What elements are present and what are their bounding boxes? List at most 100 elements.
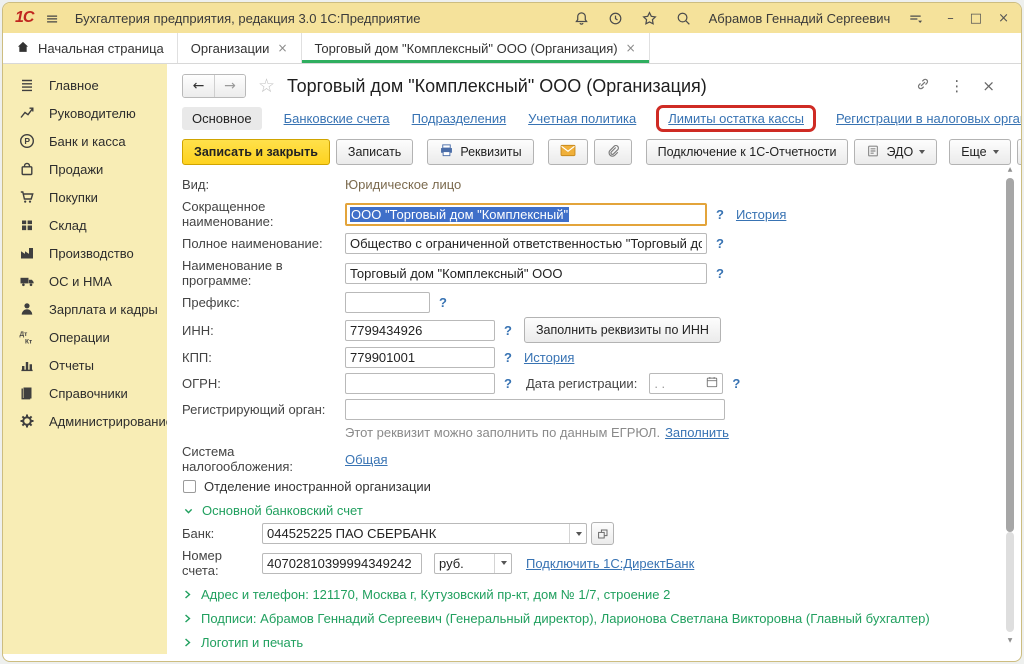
section-address[interactable]: Адрес и телефон: 121170, Москва г, Кутуз…	[183, 587, 995, 602]
sidebar-item-sales[interactable]: Продажи	[3, 155, 167, 183]
sidebar-item-bank-cash[interactable]: Р Банк и касса	[3, 127, 167, 155]
connect-1c-reporting-button[interactable]: Подключение к 1С-Отчетности	[646, 139, 849, 165]
help-mark[interactable]: ?	[504, 376, 512, 391]
favorite-star-icon[interactable]: ☆	[258, 75, 275, 97]
help-mark[interactable]: ?	[504, 350, 512, 365]
back-button[interactable]: ←	[183, 75, 214, 97]
attachments-button[interactable]	[594, 139, 632, 165]
scrollbar-track[interactable]	[1006, 532, 1014, 632]
sidebar-item-administration[interactable]: Администрирование	[3, 407, 167, 435]
tab-home-page[interactable]: Начальная страница	[3, 33, 178, 63]
field-row-kind: Вид: Юридическое лицо	[182, 173, 995, 196]
requisites-button[interactable]: Реквизиты	[427, 139, 533, 165]
sidebar-item-salary-hr[interactable]: Зарплата и кадры	[3, 295, 167, 323]
field-row-prefix: Префикс: ?	[182, 291, 995, 314]
kpp-history-link[interactable]: История	[524, 350, 574, 365]
sidebar-item-purchases[interactable]: Покупки	[3, 183, 167, 211]
close-tab-icon[interactable]: ×	[277, 41, 287, 55]
kpp-input[interactable]	[345, 347, 495, 368]
nav-cash-limits[interactable]: Лимиты остатка кассы	[668, 111, 804, 126]
tab-organizations[interactable]: Организации ×	[178, 33, 302, 63]
more-menu-icon[interactable]: ⋮	[949, 77, 964, 95]
tax-system-link[interactable]: Общая	[345, 452, 388, 467]
nav-bank-accounts[interactable]: Банковские счета	[284, 111, 390, 126]
fill-by-inn-button[interactable]: Заполнить реквизиты по ИНН	[524, 317, 721, 343]
open-bank-button[interactable]	[591, 522, 614, 545]
prefix-label: Префикс:	[182, 295, 345, 310]
tab-organization-card[interactable]: Торговый дом "Комплексный" ООО (Организа…	[302, 33, 650, 63]
account-label: Номер счета:	[182, 548, 262, 578]
help-button[interactable]: ?	[1017, 139, 1021, 165]
sidebar-item-production[interactable]: Производство	[3, 239, 167, 267]
form-area: ← → ☆ Торговый дом "Комплексный" ООО (Ор…	[167, 64, 1021, 654]
currency-select[interactable]: руб.	[434, 553, 512, 574]
sidebar-item-directories[interactable]: Справочники	[3, 379, 167, 407]
vertical-scrollbar[interactable]: ▲ ▼	[1005, 166, 1015, 644]
sidebar-item-reports[interactable]: Отчеты	[3, 351, 167, 379]
1c-logo: 1С	[15, 9, 33, 27]
directbank-link[interactable]: Подключить 1С:ДиректБанк	[526, 556, 694, 571]
section-signatures[interactable]: Подписи: Абрамов Геннадий Сергеевич (Ген…	[183, 611, 995, 626]
nav-tax-registrations[interactable]: Регистрации в налоговых органах	[836, 111, 1021, 126]
send-email-button[interactable]	[548, 139, 588, 165]
main-menu-icon[interactable]: ≡	[45, 9, 58, 28]
nav-accounting-policy[interactable]: Учетная политика	[528, 111, 636, 126]
bank-section-header[interactable]: Основной банковский счет	[183, 503, 995, 518]
field-row-short-name: Сокращенное наименование: ООО "Торговый …	[182, 199, 995, 229]
account-input[interactable]	[262, 553, 422, 574]
prefix-input[interactable]	[345, 292, 430, 313]
maximize-button[interactable]: □	[970, 11, 982, 26]
egrul-fill-link[interactable]: Заполнить	[665, 425, 729, 440]
sidebar-item-manager[interactable]: Руководителю	[3, 99, 167, 127]
full-name-input[interactable]	[345, 233, 707, 254]
notifications-bell-icon[interactable]	[573, 10, 590, 27]
sidebar-item-main[interactable]: Главное	[3, 71, 167, 99]
ruble-icon: Р	[18, 133, 36, 149]
sidebar-item-operations[interactable]: ДтКт Операции	[3, 323, 167, 351]
service-menu-icon[interactable]	[907, 10, 924, 27]
help-mark[interactable]: ?	[504, 323, 512, 338]
help-mark[interactable]: ?	[439, 295, 447, 310]
ogrn-input[interactable]	[345, 373, 495, 394]
save-button[interactable]: Записать	[336, 139, 413, 165]
nav-departments[interactable]: Подразделения	[412, 111, 507, 126]
scroll-down-icon[interactable]: ▼	[1005, 637, 1015, 644]
history-icon[interactable]	[607, 10, 624, 27]
bank-input[interactable]: 044525225 ПАО СБЕРБАНК	[262, 523, 587, 544]
close-form-icon[interactable]: ×	[982, 77, 995, 95]
scrollbar-thumb[interactable]	[1006, 178, 1014, 532]
help-mark[interactable]: ?	[732, 376, 740, 391]
help-mark[interactable]: ?	[716, 207, 724, 222]
section-logo-stamp[interactable]: Логотип и печать	[183, 635, 995, 650]
short-name-input[interactable]: ООО "Торговый дом "Комплексный"	[345, 203, 707, 226]
close-tab-icon[interactable]: ×	[626, 41, 636, 55]
nav-main[interactable]: Основное	[182, 107, 262, 130]
short-name-history-link[interactable]: История	[736, 207, 786, 222]
field-row-full-name: Полное наименование: ?	[182, 232, 995, 255]
help-mark[interactable]: ?	[716, 236, 724, 251]
more-button[interactable]: Еще	[949, 139, 1010, 165]
current-user[interactable]: Абрамов Геннадий Сергеевич	[709, 11, 891, 26]
minimize-button[interactable]: –	[947, 11, 954, 26]
app-name-input[interactable]	[345, 263, 707, 284]
save-and-close-button[interactable]: Записать и закрыть	[182, 139, 330, 165]
get-link-icon[interactable]	[915, 76, 931, 97]
search-icon[interactable]	[675, 10, 692, 27]
calendar-icon[interactable]	[706, 376, 718, 391]
reg-authority-input[interactable]	[345, 399, 725, 420]
dropdown-button[interactable]	[569, 524, 582, 543]
field-row-kpp: КПП: ? История	[182, 346, 995, 369]
scroll-up-icon[interactable]: ▲	[1005, 166, 1015, 173]
sidebar-item-warehouse[interactable]: Склад	[3, 211, 167, 239]
help-mark[interactable]: ?	[716, 266, 724, 281]
foreign-branch-checkbox[interactable]	[183, 480, 196, 493]
edo-button[interactable]: ЭДО	[854, 139, 937, 165]
field-row-tax-system: Система налогообложения: Общая	[182, 444, 995, 474]
close-window-button[interactable]: ×	[998, 11, 1009, 26]
inn-input[interactable]	[345, 320, 495, 341]
forward-button[interactable]: →	[214, 75, 245, 97]
sidebar-item-fixed-assets[interactable]: ОС и НМА	[3, 267, 167, 295]
field-row-app-name: Наименование в программе: ?	[182, 258, 995, 288]
reg-date-input[interactable]: . .	[649, 373, 723, 394]
favorites-star-icon[interactable]	[641, 10, 658, 27]
